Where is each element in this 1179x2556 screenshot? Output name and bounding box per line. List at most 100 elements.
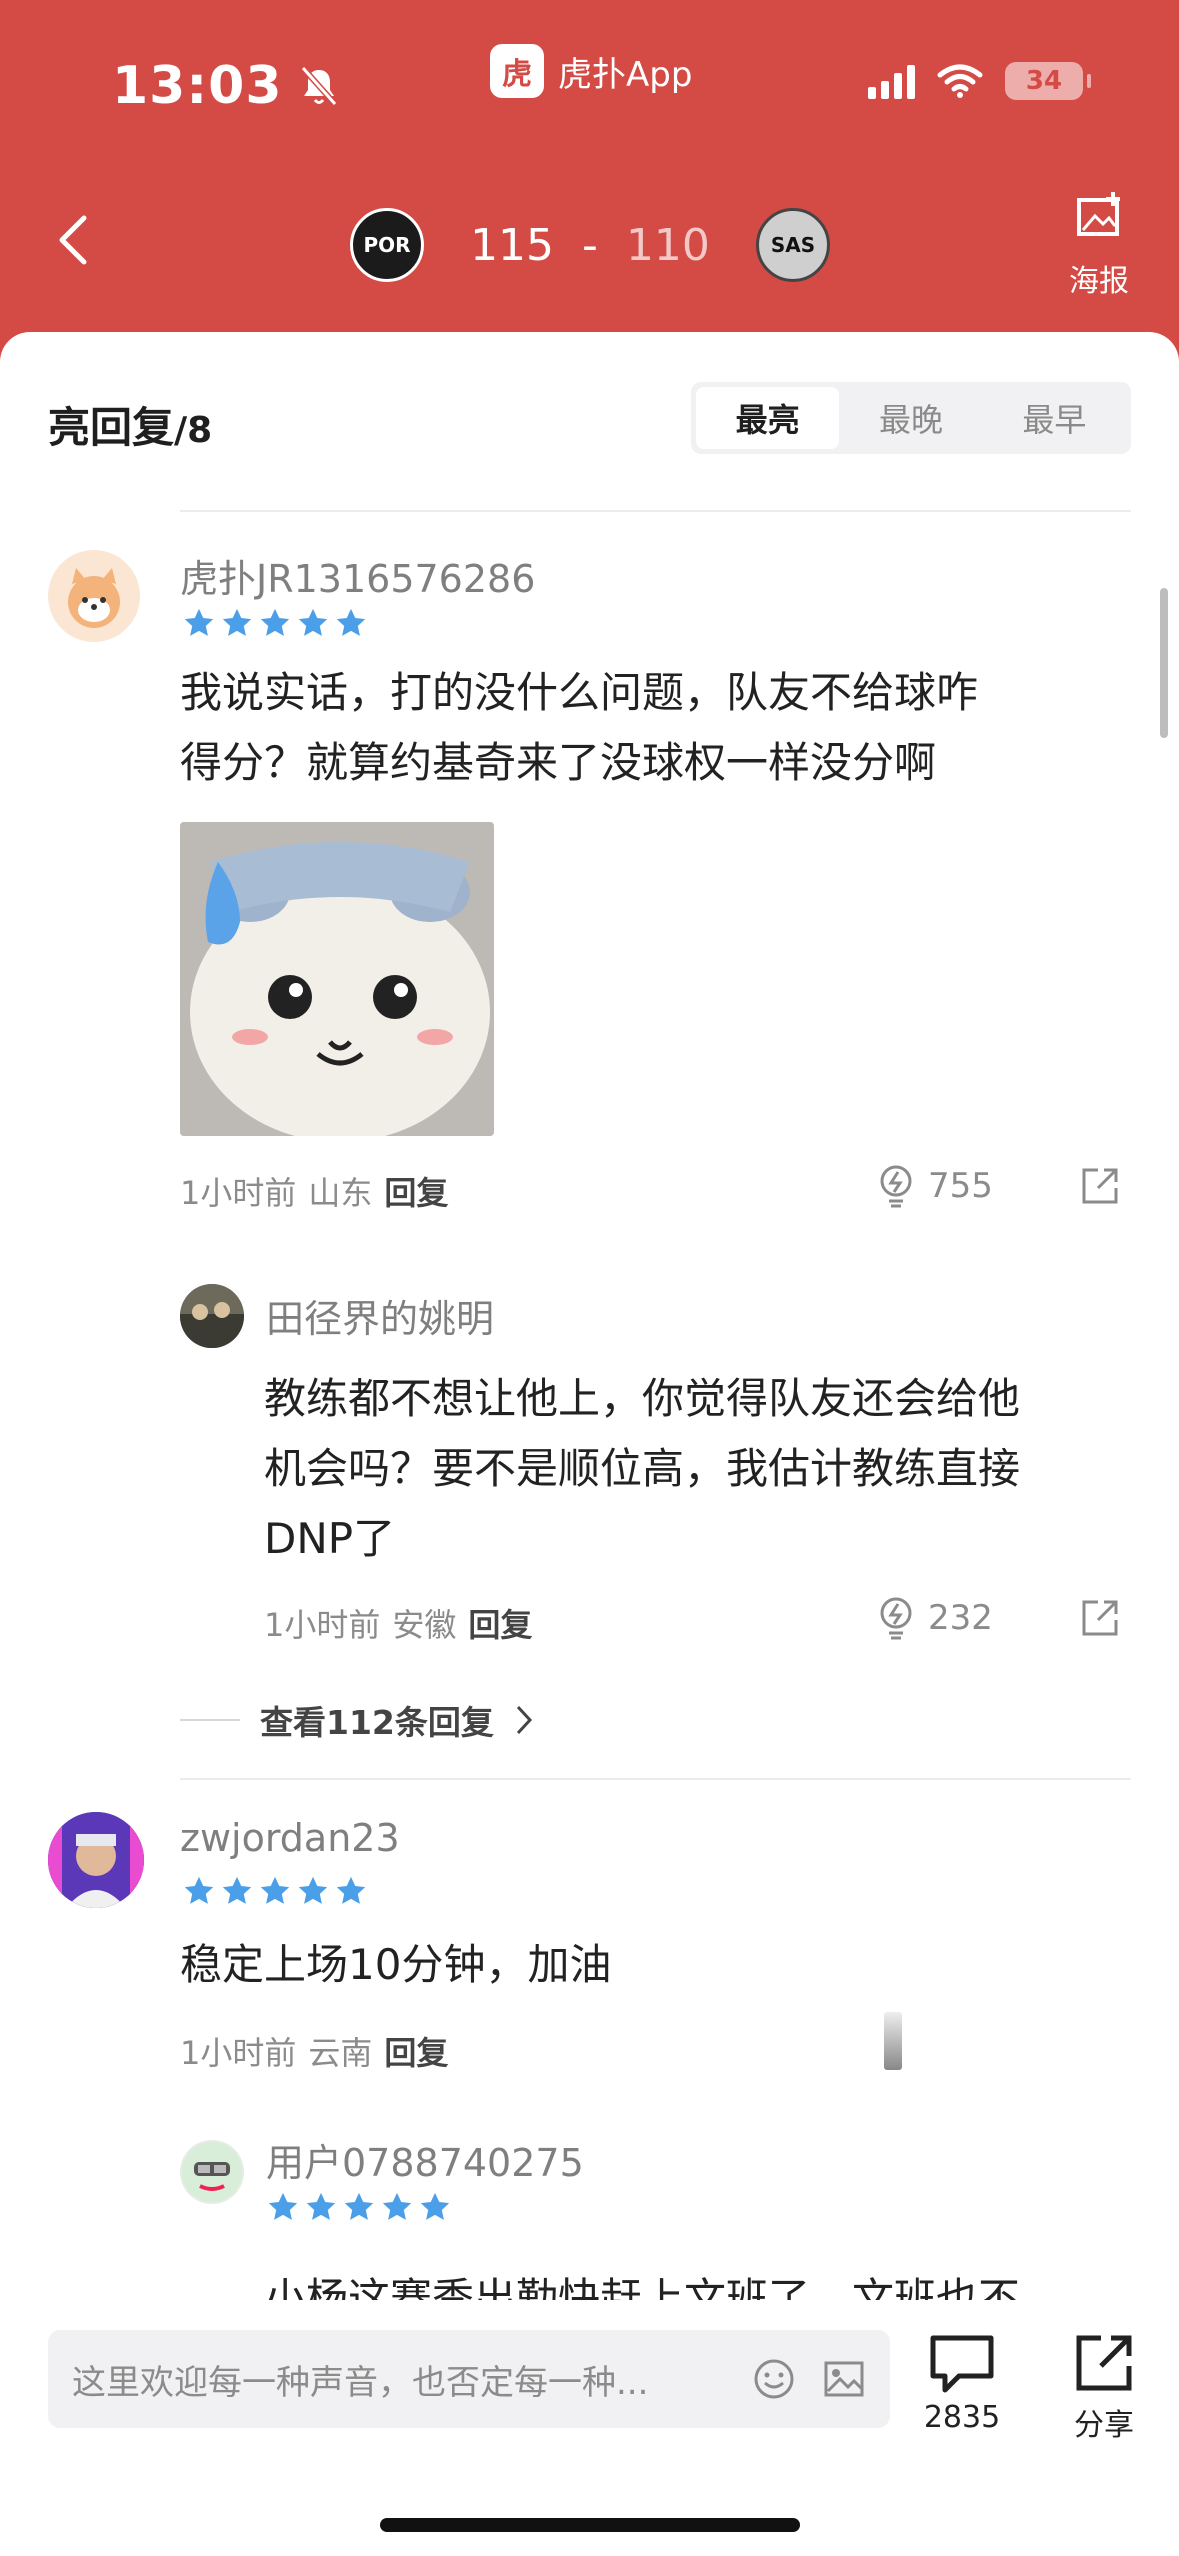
away-score: 110 (625, 219, 710, 271)
section-count: /8 (174, 410, 213, 451)
group-photo-avatar-icon (180, 1284, 244, 1348)
divider (180, 1778, 1131, 1780)
status-bar-time: 13:03 (112, 56, 339, 116)
image-icon[interactable] (822, 2357, 866, 2401)
shiba-avatar-icon (68, 568, 120, 628)
person-avatar-icon (48, 1812, 144, 1908)
section-title-text: 亮回复 (48, 403, 175, 452)
comments-button[interactable]: 2835 (902, 2332, 1022, 2435)
username[interactable]: 用户0788740275 (266, 2132, 584, 2187)
star-icon (184, 608, 214, 636)
reply-button[interactable]: 回复 (384, 2028, 448, 2074)
rating-stars (182, 606, 368, 640)
star-icon (306, 2192, 336, 2220)
game-scoreline[interactable]: POR 115 - 110 SAS (350, 205, 830, 285)
comment-location: 云南 (308, 2034, 373, 2072)
comment-location: 安徽 (392, 1606, 457, 1644)
comment-line: DNP了 (264, 1514, 396, 1563)
comment-line: 得分？就算约基奇来了没球权一样没分啊 (180, 738, 937, 787)
tab-latest[interactable]: 最晚 (839, 387, 982, 449)
team-logo-home: POR (350, 208, 424, 282)
star-icon (298, 608, 328, 636)
like-button[interactable]: 755 (876, 1164, 993, 1208)
avatar[interactable] (48, 1812, 144, 1908)
battery-icon: 34 (1005, 62, 1091, 100)
sort-tabs: 最亮 最晚 最早 (691, 382, 1131, 454)
share-external-icon[interactable] (1080, 1598, 1120, 1638)
comment-time: 1小时前 (180, 2034, 297, 2072)
rating-stars (266, 2190, 452, 2224)
like-count: 755 (928, 1166, 993, 1206)
divider-line (180, 1719, 240, 1721)
comment-time: 1小时前 (264, 1606, 381, 1644)
star-icon (336, 1876, 366, 1904)
comment-line: 稳定上场10分钟，加油 (180, 1940, 612, 1989)
top-header: 13:03 虎 虎扑App 34 POR 115 - 110 SAS 海报 (0, 0, 1179, 340)
comment-meta: 1小时前 安徽 回复 (264, 1600, 532, 1646)
tab-earliest[interactable]: 最早 (983, 387, 1126, 449)
share-label: 分享 (1074, 2408, 1134, 2443)
star-icon (222, 1876, 252, 1904)
like-button[interactable]: 232 (876, 1596, 993, 1640)
comment-line: 我说实话，打的没什么问题，队友不给球咋 (180, 668, 979, 717)
comment-text[interactable]: 稳定上场10分钟，加油 (180, 1930, 611, 2000)
share-button[interactable]: 分享 (1044, 2332, 1164, 2444)
star-icon (382, 2192, 412, 2220)
bottom-input-bar: 这里欢迎每一种声音，也否定每一种... 2835 分享 (0, 2300, 1179, 2556)
chevron-right-icon (516, 1705, 532, 1735)
input-placeholder: 这里欢迎每一种声音，也否定每一种... (72, 2362, 649, 2403)
reply-button[interactable]: 回复 (468, 1600, 532, 1646)
username[interactable]: 田径界的姚明 (266, 1288, 494, 1343)
star-icon (336, 608, 366, 636)
divider (180, 510, 1131, 512)
reply-button[interactable]: 回复 (384, 1168, 448, 1214)
rating-stars (182, 1874, 368, 1908)
avatar[interactable] (48, 550, 140, 642)
comment-bubble-icon (930, 2335, 994, 2393)
tab-brightest[interactable]: 最亮 (696, 387, 840, 449)
star-icon (344, 2192, 374, 2220)
star-icon (298, 1876, 328, 1904)
back-button[interactable] (48, 210, 98, 270)
score-separator: - (582, 219, 598, 271)
comment-text[interactable]: 我说实话，打的没什么问题，队友不给球咋 得分？就算约基奇来了没球权一样没分啊 (180, 658, 978, 798)
poster-button[interactable]: 海报 (1059, 190, 1139, 300)
comment-sheet: 亮回复/8 最亮 最晚 最早 虎扑JR1316576286 我说实话，打的没什么… (0, 332, 1179, 2556)
avatar[interactable] (180, 2140, 244, 2204)
clock-text: 13:03 (112, 56, 283, 116)
share-icon (1076, 2335, 1132, 2391)
comment-time: 1小时前 (180, 1174, 297, 1212)
comment-image[interactable] (180, 822, 494, 1136)
star-icon (260, 608, 290, 636)
avatar[interactable] (180, 1284, 244, 1348)
loading-indicator (884, 2012, 902, 2070)
mute-icon (300, 66, 337, 106)
poster-label: 海报 (1069, 264, 1129, 299)
comment-count: 2835 (923, 2400, 1001, 2435)
like-count: 232 (928, 1598, 993, 1638)
comment-location: 山东 (308, 1174, 373, 1212)
chiikawa-sticker-icon (180, 822, 494, 1136)
comment-text[interactable]: 教练都不想让他上，你觉得队友还会给他 机会吗？要不是顺位高，我估计教练直接 DN… (264, 1364, 1020, 1574)
team-logo-away: SAS (755, 208, 830, 282)
lightbulb-icon (880, 1597, 912, 1640)
app-name: 虎扑App (558, 54, 693, 95)
star-icon (184, 1876, 214, 1904)
share-external-icon[interactable] (1080, 1166, 1120, 1206)
comment-input[interactable]: 这里欢迎每一种声音，也否定每一种... (48, 2330, 890, 2428)
score: 115 - 110 (470, 220, 710, 271)
home-indicator (380, 2518, 800, 2532)
section-title: 亮回复/8 (48, 394, 212, 455)
chevron-left-icon (59, 215, 87, 265)
status-indicators: 34 (868, 62, 1091, 100)
username[interactable]: zwjordan23 (180, 1816, 400, 1860)
comment-line: 教练都不想让他上，你觉得队友还会给他 (264, 1374, 1021, 1423)
comment-meta: 1小时前 云南 回复 (180, 2028, 448, 2074)
username[interactable]: 虎扑JR1316576286 (180, 548, 535, 603)
app-badge[interactable]: 虎 虎扑App (490, 44, 692, 98)
hupu-logo-icon: 虎 (490, 44, 544, 98)
emoji-icon[interactable] (752, 2357, 796, 2401)
scrollbar[interactable] (1160, 588, 1168, 738)
view-replies-link[interactable]: 查看112条回复 (180, 1696, 534, 1744)
cellular-signal-icon (868, 63, 915, 99)
